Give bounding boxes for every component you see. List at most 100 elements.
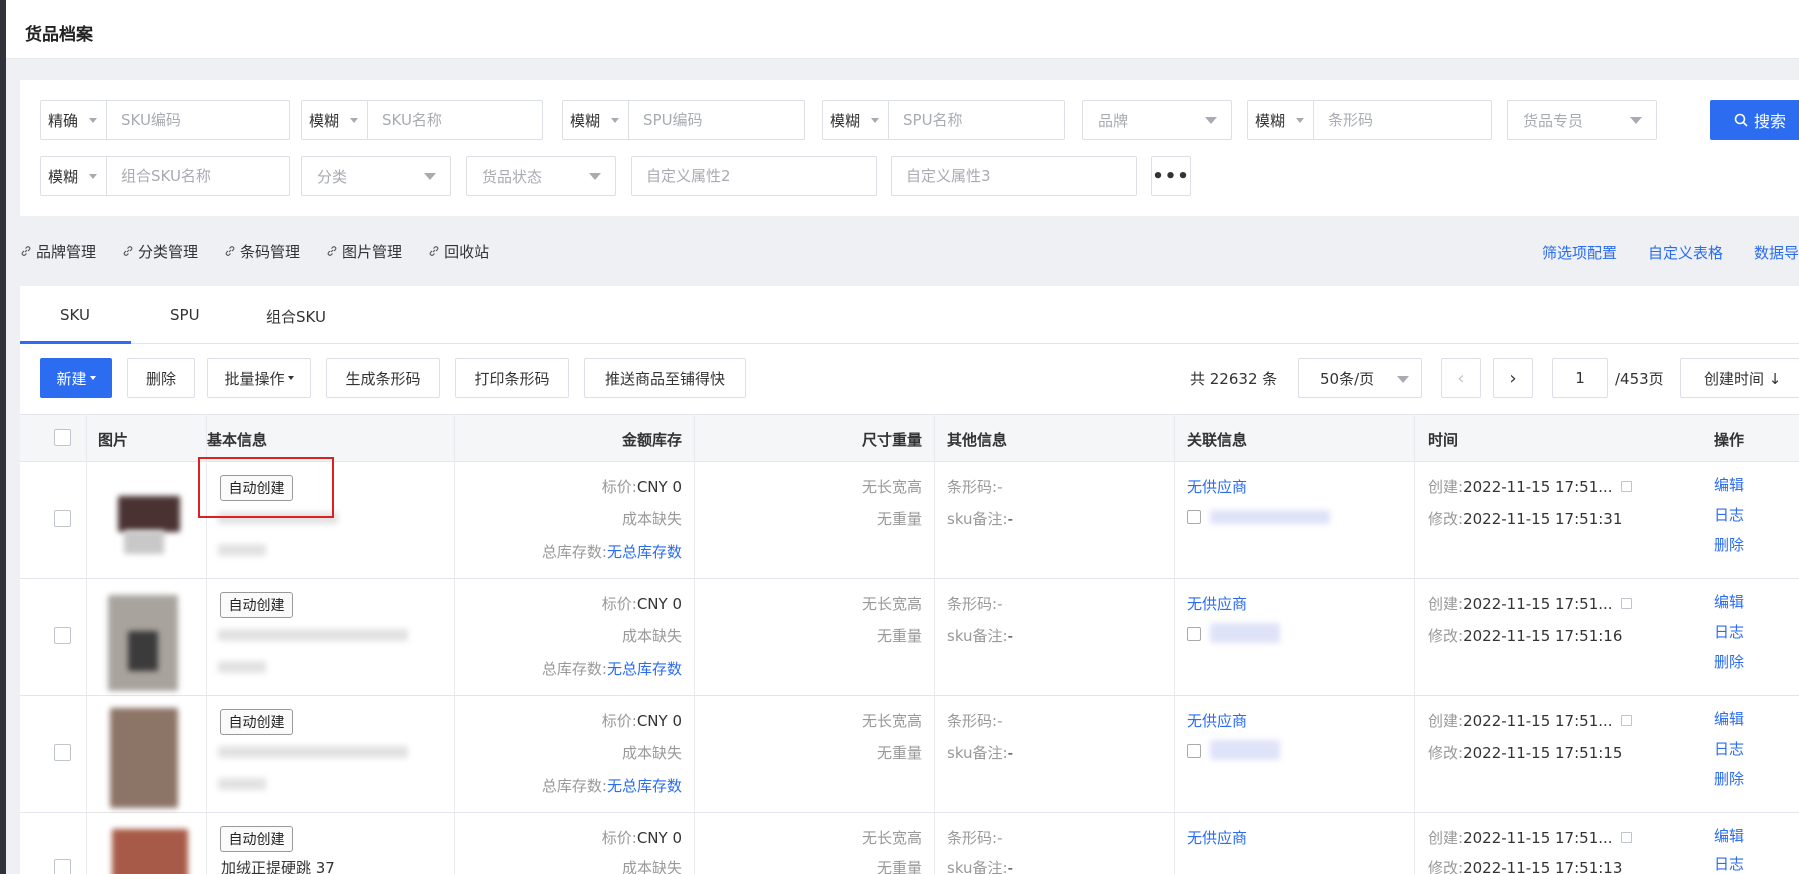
caret-down-icon: [287, 376, 294, 380]
shop-icon: [1187, 744, 1201, 758]
toolbar: 新建 删除 批量操作 生成条形码 打印条形码 推送商品至铺得快 共 22632 …: [20, 358, 1799, 398]
supplier-link[interactable]: 无供应商: [1187, 476, 1247, 497]
push-products-button[interactable]: 推送商品至铺得快: [584, 358, 746, 398]
delete-link[interactable]: 删除: [1714, 651, 1744, 672]
barcode-management-link[interactable]: 条码管理: [224, 241, 300, 262]
edit-link[interactable]: 编辑: [1714, 591, 1744, 612]
sku-code-input[interactable]: [107, 102, 289, 138]
match-mode-select[interactable]: 模糊: [302, 101, 368, 139]
page-size-select[interactable]: 50条/页: [1298, 358, 1422, 398]
delete-button[interactable]: 删除: [127, 358, 195, 398]
shop-icon: [1187, 510, 1201, 524]
table-row[interactable]: 自动创建 加绒正提硬跳 37 标价:CNY 0 成本缺失 无长宽高 无重量 条形…: [20, 813, 1799, 874]
edit-link[interactable]: 编辑: [1714, 474, 1744, 495]
product-specialist-select[interactable]: 货品专员: [1507, 100, 1657, 140]
calendar-icon: [1620, 715, 1632, 726]
edit-link[interactable]: 编辑: [1714, 708, 1744, 729]
tab-bar: SKU SPU 组合SKU: [20, 286, 1799, 344]
product-thumbnail[interactable]: [88, 474, 196, 574]
table-row[interactable]: 自动创建 标价:CNY 0 成本缺失 总库存数:无总库存数 无长宽高 无重量 条…: [20, 579, 1799, 696]
supplier-link[interactable]: 无供应商: [1187, 827, 1247, 848]
next-page-button[interactable]: ›: [1493, 358, 1533, 398]
generate-barcode-button[interactable]: 生成条形码: [326, 358, 440, 398]
match-mode-select[interactable]: 模糊: [1248, 101, 1314, 139]
right-links: 筛选项配置 自定义表格 数据导: [1542, 242, 1799, 263]
log-link[interactable]: 日志: [1714, 738, 1744, 759]
image-management-link[interactable]: 图片管理: [326, 241, 402, 262]
auto-created-tag: 自动创建: [220, 592, 293, 618]
supplier-link[interactable]: 无供应商: [1187, 593, 1247, 614]
combo-sku-name-filter: 模糊: [40, 156, 290, 196]
filter-config-link[interactable]: 筛选项配置: [1542, 242, 1617, 263]
tab-combo-sku[interactable]: 组合SKU: [266, 306, 326, 327]
category-management-link[interactable]: 分类管理: [122, 241, 198, 262]
link-icon: [429, 246, 439, 256]
product-thumbnail[interactable]: [88, 825, 196, 874]
sku-name-input[interactable]: [368, 102, 542, 138]
quick-links-bar: 品牌管理 分类管理 条码管理 图片管理 回收站 筛选项配置 自定义表格 数据导: [6, 232, 1799, 270]
sku-name-filter: 模糊: [301, 100, 543, 140]
more-filters-button[interactable]: •••: [1151, 156, 1191, 196]
row-checkbox[interactable]: [54, 510, 71, 527]
link-icon: [21, 246, 31, 256]
supplier-link[interactable]: 无供应商: [1187, 710, 1247, 731]
header-price-stock: 金额库存: [622, 431, 683, 449]
new-button[interactable]: 新建: [40, 358, 112, 398]
sort-select[interactable]: 创建时间 ↓: [1680, 358, 1799, 398]
stock-link[interactable]: 无总库存数: [607, 543, 682, 561]
recycle-bin-link[interactable]: 回收站: [428, 241, 489, 262]
barcode-filter: 模糊: [1247, 100, 1492, 140]
link-icon: [225, 246, 235, 256]
app-left-edge: [0, 0, 6, 874]
chevron-down-icon: [1397, 376, 1409, 383]
combo-sku-name-input[interactable]: [107, 158, 289, 194]
spu-code-filter: 模糊: [562, 100, 805, 140]
edit-link[interactable]: 编辑: [1714, 825, 1744, 846]
delete-link[interactable]: 删除: [1714, 768, 1744, 789]
custom-attr-2-input[interactable]: [632, 158, 876, 194]
data-export-link[interactable]: 数据导: [1754, 242, 1799, 263]
header-basic-info: 基本信息: [207, 431, 268, 449]
match-mode-select[interactable]: 模糊: [41, 157, 107, 195]
print-barcode-button[interactable]: 打印条形码: [455, 358, 569, 398]
product-status-select[interactable]: 货品状态: [466, 156, 616, 196]
filter-panel: 精确 模糊 模糊 模糊 品牌 模糊 货品专员 搜索 模糊 分类 货品状态: [20, 80, 1799, 216]
delete-link[interactable]: 删除: [1714, 534, 1744, 555]
custom-table-link[interactable]: 自定义表格: [1648, 242, 1723, 263]
barcode-input[interactable]: [1314, 102, 1491, 138]
match-mode-select[interactable]: 模糊: [823, 101, 889, 139]
page-number-input[interactable]: 1: [1552, 358, 1608, 398]
tab-spu[interactable]: SPU: [170, 306, 200, 324]
stock-link[interactable]: 无总库存数: [607, 660, 682, 678]
spu-code-input[interactable]: [629, 102, 804, 138]
log-link[interactable]: 日志: [1714, 504, 1744, 525]
row-checkbox[interactable]: [54, 627, 71, 644]
chevron-down-icon: [1630, 117, 1642, 124]
product-thumbnail[interactable]: [88, 591, 196, 691]
sku-code-filter: 精确: [40, 100, 290, 140]
header-size-weight: 尺寸重量: [862, 431, 923, 449]
select-all-checkbox[interactable]: [54, 429, 71, 446]
tab-sku[interactable]: SKU: [60, 306, 90, 324]
row-checkbox[interactable]: [54, 744, 71, 761]
brand-select[interactable]: 品牌: [1082, 100, 1232, 140]
stock-link[interactable]: 无总库存数: [607, 777, 682, 795]
log-link[interactable]: 日志: [1714, 853, 1744, 874]
category-select[interactable]: 分类: [301, 156, 451, 196]
batch-operation-button[interactable]: 批量操作: [207, 358, 311, 398]
chevron-down-icon: [589, 173, 601, 180]
log-link[interactable]: 日志: [1714, 621, 1744, 642]
header-other-info: 其他信息: [947, 431, 1008, 449]
table-row[interactable]: 自动创建 标价:CNY 0 成本缺失 总库存数:无总库存数 无长宽高 无重量 条…: [20, 696, 1799, 813]
match-mode-select[interactable]: 模糊: [563, 101, 629, 139]
product-thumbnail[interactable]: [88, 708, 196, 808]
prev-page-button[interactable]: ‹: [1441, 358, 1481, 398]
spu-name-input[interactable]: [889, 102, 1064, 138]
custom-attr-3-input[interactable]: [892, 158, 1136, 194]
auto-created-tag: 自动创建: [220, 826, 293, 852]
match-mode-select[interactable]: 精确: [41, 101, 107, 139]
search-button[interactable]: 搜索: [1710, 100, 1799, 140]
row-checkbox[interactable]: [54, 859, 71, 874]
header-time: 时间: [1428, 431, 1459, 449]
brand-management-link[interactable]: 品牌管理: [20, 241, 96, 262]
